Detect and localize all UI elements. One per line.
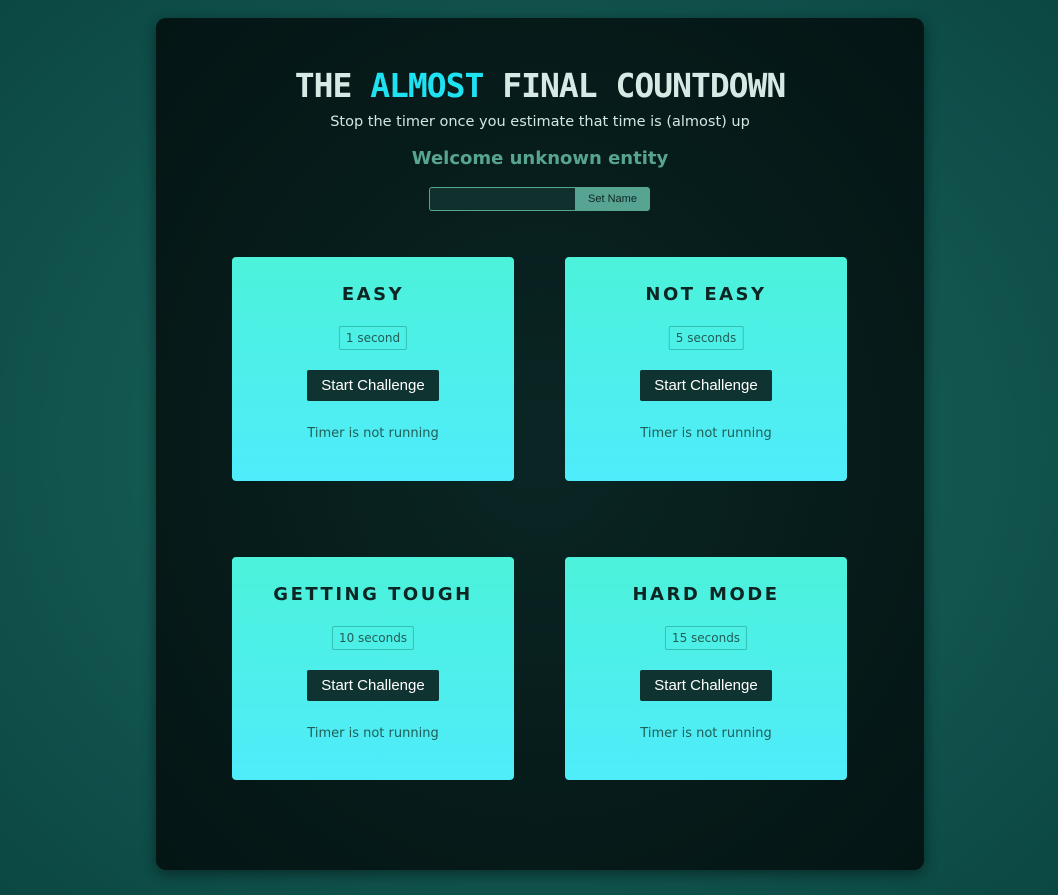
page-title: THE ALMOST FINAL COUNTDOWN: [156, 66, 924, 106]
start-challenge-button[interactable]: Start Challenge: [307, 370, 439, 401]
welcome-message: Welcome unknown entity: [411, 148, 669, 169]
app-container: THE ALMOST FINAL COUNTDOWN Stop the time…: [156, 18, 924, 870]
page-subtitle: Stop the timer once you estimate that ti…: [330, 114, 750, 130]
name-form: Set Name: [429, 187, 650, 211]
challenge-duration: 5 seconds: [668, 326, 744, 350]
challenge-title: EASY: [341, 284, 405, 305]
challenge-card-easy: EASY 1 second Start Challenge Timer is n…: [232, 257, 514, 481]
title-accent: ALMOST: [370, 66, 484, 105]
start-challenge-button[interactable]: Start Challenge: [307, 670, 439, 701]
challenge-duration: 15 seconds: [664, 626, 748, 650]
timer-status: Timer is not running: [307, 726, 439, 741]
challenge-title: HARD MODE: [632, 584, 780, 605]
timer-status: Timer is not running: [640, 726, 772, 741]
challenge-card-getting-tough: GETTING TOUGH 10 seconds Start Challenge…: [232, 557, 514, 780]
challenge-title: NOT EASY: [645, 284, 767, 305]
start-challenge-button[interactable]: Start Challenge: [640, 670, 772, 701]
name-input[interactable]: [429, 187, 575, 211]
title-part-1: THE: [294, 66, 371, 105]
challenge-duration: 10 seconds: [331, 626, 415, 650]
timer-status: Timer is not running: [307, 426, 439, 441]
timer-status: Timer is not running: [640, 426, 772, 441]
challenge-card-not-easy: NOT EASY 5 seconds Start Challenge Timer…: [565, 257, 847, 481]
challenge-title: GETTING TOUGH: [273, 584, 473, 605]
challenge-duration: 1 second: [338, 326, 408, 350]
start-challenge-button[interactable]: Start Challenge: [640, 370, 772, 401]
title-part-2: FINAL COUNTDOWN: [483, 66, 786, 105]
challenge-card-hard-mode: HARD MODE 15 seconds Start Challenge Tim…: [565, 557, 847, 780]
set-name-button[interactable]: Set Name: [575, 187, 650, 211]
